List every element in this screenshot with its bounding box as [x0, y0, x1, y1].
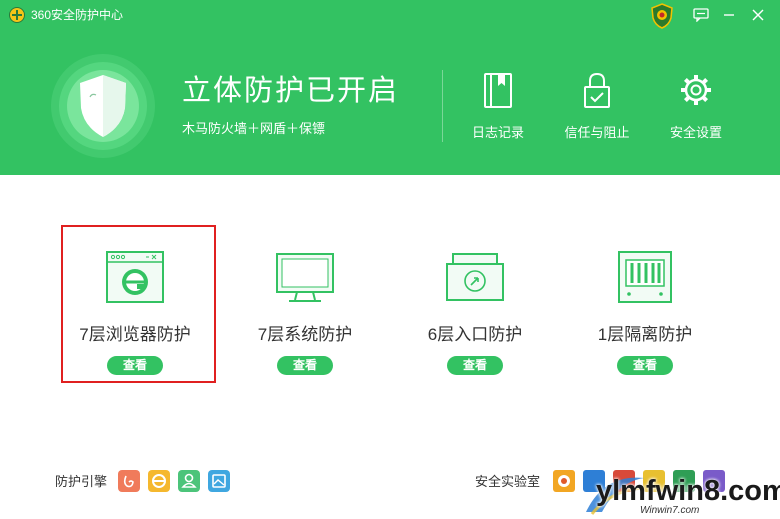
security-settings-label: 安全设置: [669, 125, 722, 140]
lock-icon: [584, 72, 610, 108]
watermark-subtext: Winwin7.com: [640, 505, 700, 516]
window-title: 360安全防护中心: [31, 8, 124, 22]
card-entry-protection: 6层入口防护 查看: [395, 250, 555, 375]
gear-icon: [681, 75, 711, 105]
lab-tool-icon[interactable]: [553, 470, 575, 492]
card-browser-protection: 7层浏览器防护 查看: [55, 250, 215, 375]
engine-image-icon[interactable]: [208, 470, 230, 492]
card-title: 7层浏览器防护: [79, 325, 191, 344]
security-lab-label: 安全实验室: [475, 474, 541, 489]
app-logo-icon: [9, 7, 25, 23]
trust-block-label: 信任与阻止: [564, 125, 630, 140]
feedback-icon[interactable]: [693, 8, 709, 22]
log-book-icon: [484, 73, 512, 108]
trust-block-button[interactable]: 信任与阻止: [552, 72, 642, 141]
view-button[interactable]: 查看: [447, 356, 503, 375]
title-bar: 360安全防护中心: [0, 0, 780, 30]
security-settings-button[interactable]: 安全设置: [651, 72, 741, 141]
entry-icon: [446, 253, 504, 301]
card-system-protection: 7层系统防护 查看: [225, 250, 385, 375]
engines-label: 防护引擎: [55, 474, 108, 489]
header-divider: [442, 70, 443, 142]
shield-icon: [51, 54, 155, 158]
log-record-label: 日志记录: [471, 125, 524, 140]
watermark-text: ylmfwin8.com: [596, 475, 780, 507]
view-button[interactable]: 查看: [617, 356, 673, 375]
monitor-icon: [276, 253, 334, 302]
card-title: 6层入口防护: [427, 325, 523, 344]
log-record-button[interactable]: 日志记录: [453, 72, 543, 141]
police-badge-icon[interactable]: [650, 3, 674, 29]
header-banner: 360安全防护中心 立体防护已开启 木马防火墙＋网盾＋保镖 日志记录 信任与阻止…: [0, 0, 780, 175]
engine-browser-icon[interactable]: [148, 470, 170, 492]
engine-red-icon[interactable]: [118, 470, 140, 492]
card-title: 1层隔离防护: [597, 325, 693, 344]
browser-icon: [106, 251, 164, 303]
protection-status-title: 立体防护已开启: [182, 75, 400, 107]
card-title: 7层系统防护: [257, 325, 353, 344]
card-isolation-protection: 1层隔离防护 查看: [565, 250, 725, 375]
minimize-button[interactable]: [722, 8, 736, 22]
close-button[interactable]: [750, 7, 766, 23]
isolation-icon: [618, 251, 672, 303]
engine-user-icon[interactable]: [178, 470, 200, 492]
view-button[interactable]: 查看: [277, 356, 333, 375]
protection-status-subtitle: 木马防火墙＋网盾＋保镖: [182, 121, 326, 136]
view-button[interactable]: 查看: [107, 356, 163, 375]
